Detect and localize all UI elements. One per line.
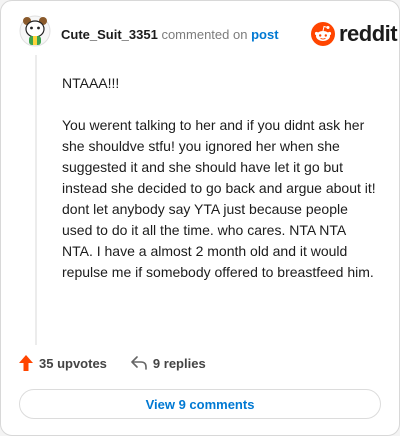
upvote-action[interactable]: 35 upvotes <box>19 355 107 371</box>
commented-on-text: commented on <box>161 27 248 42</box>
thread-line[interactable] <box>35 55 37 345</box>
user-avatar[interactable] <box>19 15 51 47</box>
comment-paragraph: dont let anybody say YTA just because pe… <box>62 201 374 280</box>
comment-card: Cute_Suit_3351 commented on post reddit … <box>0 0 400 436</box>
replies-count: 9 replies <box>152 355 206 371</box>
view-comments-button[interactable]: View 9 comments <box>19 389 381 419</box>
reddit-logo[interactable]: reddit <box>311 21 398 47</box>
comment-actions: 35 upvotes 9 replies <box>19 355 230 371</box>
comment-body: NTAAA!!! You werent talking to her and i… <box>62 73 380 283</box>
replies-action[interactable]: 9 replies <box>131 356 206 371</box>
username-link[interactable]: Cute_Suit_3351 <box>61 27 158 42</box>
comment-paragraph: You werent talking to her and if you did… <box>62 117 376 196</box>
post-link[interactable]: post <box>251 27 278 42</box>
comment-paragraph: NTAAA!!! <box>62 75 120 91</box>
reddit-wordmark: reddit <box>339 21 398 46</box>
upvote-arrow-icon[interactable] <box>19 355 33 371</box>
upvote-count: 35 upvotes <box>39 355 107 371</box>
reddit-snoo-icon <box>311 22 335 46</box>
comment-header: Cute_Suit_3351 commented on post <box>61 27 279 42</box>
reply-icon <box>131 356 147 370</box>
